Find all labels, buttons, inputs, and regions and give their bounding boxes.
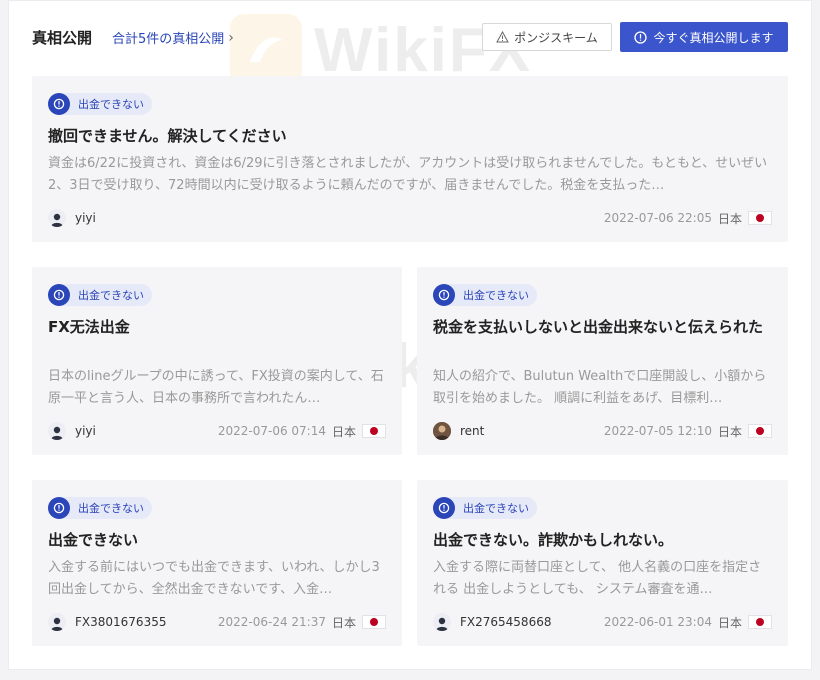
username: FX2765458668	[460, 615, 552, 629]
card-title: 税金を支払いしないと出金出来ないと伝えられた	[433, 318, 764, 336]
card-footer: rent 2022-07-05 12:10 日本	[433, 421, 772, 441]
username: FX3801676355	[75, 615, 167, 629]
exposure-badge-icon	[48, 93, 70, 115]
category-badge: 出金できない	[48, 497, 152, 519]
category-badge: 出金できない	[433, 497, 537, 519]
avatar	[48, 422, 66, 440]
card-footer: yiyi 2022-07-06 07:14 日本	[48, 421, 386, 441]
card-title: FX无法出金	[48, 318, 130, 336]
card-body: 資金は6/22に投資され、資金は6/29に引き落とされましたが、アカウントは受け…	[48, 156, 768, 193]
exposure-badge-icon	[433, 497, 455, 519]
post-date: 2022-07-06 07:14	[217, 424, 326, 438]
username: yiyi	[75, 424, 96, 438]
exposure-card[interactable]: 出金できない 出金できない 入金する前にはいつでも出金できます、いわれ、しかし3…	[32, 480, 402, 646]
card-title: 出金できない	[48, 531, 139, 549]
total-exposures-label: 合計5件の真相公開	[112, 32, 225, 47]
avatar	[433, 422, 451, 440]
expose-now-button[interactable]: 今すぐ真相公開します	[620, 22, 788, 52]
card-body: 入金する前にはいつでも出金できます、いわれ、しかし3回出金してから、全然出金でき…	[48, 560, 380, 597]
japan-flag-icon	[362, 424, 386, 438]
section-header: 真相公開 合計5件の真相公開 › ポンジスキーム 今すぐ真相公開します	[32, 22, 788, 52]
exposure-badge-icon	[48, 284, 70, 306]
exposure-card[interactable]: 出金できない 出金できない。詐欺かもしれない。 入金する際に両替口座として、 他…	[417, 480, 788, 646]
card-body: 日本のlineグループの中に誘って、FX投資の案内して、石原一平と言う人、日本の…	[48, 369, 384, 406]
japan-flag-icon	[748, 615, 772, 629]
category-badge-label: 出金できない	[78, 289, 144, 302]
ponzi-scheme-label: ポンジスキーム	[514, 30, 598, 45]
card-footer: FX2765458668 2022-06-01 23:04 日本	[433, 612, 772, 632]
exposure-card[interactable]: 出金できない 撤回できません。解決してください 資金は6/22に投資され、資金は…	[32, 76, 788, 242]
post-date: 2022-07-06 22:05	[603, 211, 712, 225]
username: rent	[460, 424, 485, 438]
avatar	[48, 613, 66, 631]
exposure-icon	[634, 30, 648, 44]
japan-flag-icon	[748, 424, 772, 438]
exposure-card[interactable]: 出金できない FX无法出金 日本のlineグループの中に誘って、FX投資の案内し…	[32, 267, 402, 455]
category-badge: 出金できない	[48, 93, 152, 115]
card-footer: yiyi 2022-07-06 22:05 日本	[48, 208, 772, 228]
avatar	[433, 613, 451, 631]
japan-flag-icon	[748, 211, 772, 225]
post-date: 2022-06-24 21:37	[217, 615, 326, 629]
total-exposures-link[interactable]: 合計5件の真相公開 ›	[112, 28, 234, 48]
category-badge-label: 出金できない	[78, 502, 144, 515]
card-title: 出金できない。詐欺かもしれない。	[433, 531, 674, 549]
username: yiyi	[75, 211, 96, 225]
category-badge: 出金できない	[433, 284, 537, 306]
chevron-right-icon: ›	[228, 29, 234, 46]
exposure-card[interactable]: 出金できない 税金を支払いしないと出金出来ないと伝えられた 知人の紹介で、Bul…	[417, 267, 788, 455]
section-title: 真相公開	[32, 29, 93, 47]
post-date: 2022-07-05 12:10	[603, 424, 712, 438]
country-name: 日本	[331, 424, 356, 439]
country-name: 日本	[331, 615, 356, 630]
card-title: 撤回できません。解決してください	[48, 127, 287, 145]
japan-flag-icon	[362, 615, 386, 629]
category-badge-label: 出金できない	[463, 289, 529, 302]
country-name: 日本	[717, 615, 742, 630]
card-footer: FX3801676355 2022-06-24 21:37 日本	[48, 612, 386, 632]
post-date: 2022-06-01 23:04	[603, 615, 712, 629]
category-badge-label: 出金できない	[78, 98, 144, 111]
category-badge-label: 出金できない	[463, 502, 529, 515]
exposure-badge-icon	[433, 284, 455, 306]
expose-now-label: 今すぐ真相公開します	[653, 30, 774, 45]
category-badge: 出金できない	[48, 284, 152, 306]
avatar	[48, 209, 66, 227]
ponzi-scheme-button[interactable]: ポンジスキーム	[482, 23, 612, 51]
country-name: 日本	[717, 424, 742, 439]
card-body: 入金する際に両替口座として、 他人名義の口座を指定される 出金しようとしても、 …	[433, 560, 762, 597]
card-body: 知人の紹介で、Bulutun Wealthで口座開設し、小額から取引を始めました…	[433, 369, 767, 406]
exposure-badge-icon	[48, 497, 70, 519]
country-name: 日本	[717, 211, 742, 226]
warning-icon	[496, 31, 510, 43]
